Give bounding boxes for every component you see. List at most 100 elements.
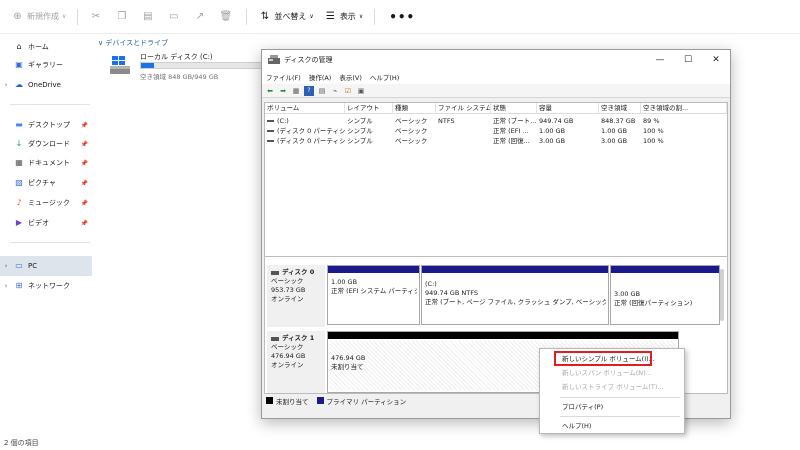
table-row[interactable]: (ディスク 0 パーティショ... シンプル ベーシック 正常 (EFI ...… bbox=[265, 126, 727, 136]
connect-icon[interactable]: ⌁ bbox=[330, 86, 340, 96]
column-header[interactable]: ファイル システム bbox=[436, 103, 491, 114]
paste-button[interactable]: ▤ bbox=[136, 6, 162, 28]
sidebar-item-label: ダウンロード bbox=[28, 140, 70, 148]
chevron-right-icon[interactable]: › bbox=[0, 81, 12, 89]
sidebar-item-label: OneDrive bbox=[28, 81, 61, 89]
table-cell: ベーシック bbox=[395, 127, 428, 135]
status-item-count: 2 個の項目 bbox=[4, 439, 39, 447]
view-button[interactable]: ☰ 表示 ∨ bbox=[319, 6, 368, 28]
column-header[interactable]: 空き領域 bbox=[599, 103, 641, 114]
pin-icon[interactable]: 📌 bbox=[81, 200, 88, 207]
table-cell bbox=[436, 126, 491, 136]
rename-button[interactable]: ▭ bbox=[162, 6, 188, 28]
sidebar-item-onedrive[interactable]: › ☁ OneDrive bbox=[0, 76, 92, 94]
partition-c[interactable]: (C:) 949.74 GB NTFS 正常 (ブート, ページ ファイル, ク… bbox=[421, 265, 609, 325]
sidebar-item-desktop[interactable]: ▬ デスクトップ 📌 bbox=[0, 116, 92, 134]
volume-cell: (C:) bbox=[265, 116, 345, 126]
pin-icon[interactable]: 📌 bbox=[81, 220, 88, 227]
column-header[interactable]: 容量 bbox=[537, 103, 599, 114]
column-header[interactable]: レイアウト bbox=[345, 103, 393, 114]
table-cell: 1.00 GB bbox=[601, 127, 628, 135]
drive-c-tile[interactable]: ローカル ディスク (C:) 空き領域 848 GB/949 GB bbox=[108, 52, 268, 82]
view-icon: ☰ bbox=[325, 11, 335, 22]
table-cell bbox=[436, 136, 491, 146]
pin-icon[interactable]: 📌 bbox=[81, 180, 88, 187]
drive-usage-bar bbox=[140, 62, 266, 69]
sidebar-item-gallery[interactable]: ▣ ギャラリー bbox=[0, 56, 92, 74]
partition-efi[interactable]: 1.00 GB 正常 (EFI システム パーティショ bbox=[327, 265, 420, 325]
table-row[interactable]: (C:) シンプル ベーシック NTFS 正常 (ブート... 949.74 G… bbox=[265, 116, 727, 126]
chevron-right-icon[interactable]: › bbox=[0, 262, 12, 270]
new-button[interactable]: ⊕ 新規作成 ∨ bbox=[6, 6, 71, 28]
rename-icon: ▭ bbox=[169, 11, 179, 22]
vertical-scrollbar[interactable] bbox=[720, 269, 724, 321]
table-cell: シンプル bbox=[347, 117, 373, 125]
section-header-devices[interactable]: ∨ デバイスとドライブ bbox=[98, 38, 168, 48]
menu-item-help[interactable]: ヘルプ(H) bbox=[540, 419, 684, 433]
column-header[interactable]: 状態 bbox=[491, 103, 537, 114]
table-cell: ベーシック bbox=[395, 117, 428, 125]
sidebar-item-network[interactable]: › ⊞ ネットワーク bbox=[0, 277, 92, 295]
column-header[interactable]: 種類 bbox=[393, 103, 436, 114]
copy-button[interactable]: ❐ bbox=[110, 6, 136, 28]
back-arrow-icon[interactable]: ⬅ bbox=[265, 86, 275, 96]
menu-action[interactable]: 操作(A) bbox=[309, 72, 332, 82]
pin-icon[interactable]: 📌 bbox=[81, 160, 88, 167]
sidebar-item-pc[interactable]: › ▭ PC bbox=[0, 256, 92, 276]
sort-button[interactable]: ⇅ 並べ替え ∨ bbox=[253, 6, 318, 28]
menu-view[interactable]: 表示(V) bbox=[339, 72, 362, 82]
help-icon[interactable]: ? bbox=[304, 85, 314, 96]
disk-0-label[interactable]: ディスク 0 ベーシック 953.73 GB オンライン bbox=[267, 265, 325, 327]
delete-button[interactable]: 🗑 bbox=[214, 6, 240, 28]
disk-title: ディスク 0 bbox=[271, 268, 321, 277]
close-button[interactable]: ✕ bbox=[702, 50, 730, 70]
disk-1-label[interactable]: ディスク 1 ベーシック 476.94 GB オンライン bbox=[267, 331, 325, 393]
explorer-toolbar: ⊕ 新規作成 ∨ ✂ ❐ ▤ ▭ ↗ 🗑 ⇅ 並べ替え ∨ ☰ 表示 ∨ ••• bbox=[0, 0, 800, 34]
sidebar-item-documents[interactable]: ▦ ドキュメント 📌 bbox=[0, 154, 92, 172]
legend-swatch-primary bbox=[316, 397, 324, 404]
disk-size: 953.73 GB bbox=[271, 286, 306, 294]
maximize-button[interactable]: ☐ bbox=[674, 50, 702, 70]
menu-help[interactable]: ヘルプ(H) bbox=[370, 72, 399, 82]
menu-separator bbox=[560, 416, 680, 417]
volume-icon bbox=[267, 120, 274, 122]
sidebar-item-label: ビデオ bbox=[28, 219, 49, 227]
sidebar-item-music[interactable]: ♪ ミュージック 📌 bbox=[0, 194, 92, 212]
properties-icon[interactable]: ▣ bbox=[356, 86, 366, 96]
partition-line: 949.74 GB NTFS bbox=[425, 289, 478, 297]
disk-name: ディスク 1 bbox=[282, 334, 315, 342]
pin-icon[interactable]: 📌 bbox=[81, 122, 88, 129]
minimize-button[interactable]: — bbox=[646, 50, 674, 70]
column-header[interactable]: 空き領域の割... bbox=[641, 103, 727, 114]
primary-partition-stripe bbox=[328, 266, 419, 273]
check-icon[interactable]: ☑ bbox=[343, 86, 353, 96]
volume-list-header: ボリューム レイアウト 種類 ファイル システム 状態 容量 空き領域 空き領域… bbox=[265, 103, 727, 114]
chevron-right-icon[interactable]: › bbox=[0, 282, 12, 290]
menu-file[interactable]: ファイル(F) bbox=[266, 72, 301, 82]
sidebar-item-pictures[interactable]: ▨ ピクチャ 📌 bbox=[0, 174, 92, 192]
chevron-down-icon: ∨ bbox=[358, 13, 364, 20]
sidebar-item-downloads[interactable]: ↓ ダウンロード 📌 bbox=[0, 135, 92, 153]
picture-icon: ▨ bbox=[15, 178, 23, 187]
disk-type: ベーシック bbox=[271, 343, 304, 351]
pin-icon[interactable]: 📌 bbox=[81, 141, 88, 148]
network-icon: ⊞ bbox=[15, 281, 23, 290]
list-view-icon[interactable]: ▦ bbox=[291, 86, 301, 96]
legend-swatch-unallocated bbox=[266, 397, 273, 404]
sidebar-item-videos[interactable]: ▶ ビデオ 📌 bbox=[0, 214, 92, 232]
cut-button[interactable]: ✂ bbox=[84, 6, 110, 28]
navigation-pane: ⌂ ホーム ▣ ギャラリー › ☁ OneDrive ▬ デスクトップ 📌 ↓ … bbox=[0, 34, 92, 438]
window-titlebar[interactable]: ディスクの管理 — ☐ ✕ bbox=[262, 50, 730, 70]
column-header[interactable]: ボリューム bbox=[265, 103, 345, 114]
share-button[interactable]: ↗ bbox=[188, 6, 214, 28]
forward-arrow-icon[interactable]: ➡ bbox=[278, 86, 288, 96]
menu-item-properties[interactable]: プロパティ(P) bbox=[540, 400, 684, 414]
table-row[interactable]: (ディスク 0 パーティショ... シンプル ベーシック 正常 (回復... 3… bbox=[265, 136, 727, 146]
partition-recovery[interactable]: 3.00 GB 正常 (回復パーティション) bbox=[610, 265, 720, 325]
sidebar-item-label: ドキュメント bbox=[28, 159, 70, 167]
grid-view-icon[interactable]: ▤ bbox=[317, 86, 327, 96]
volume-cell: (ディスク 0 パーティショ... bbox=[265, 126, 345, 136]
sidebar-item-home[interactable]: ⌂ ホーム bbox=[0, 38, 92, 56]
partition-text: 1.00 GB 正常 (EFI システム パーティショ bbox=[331, 278, 417, 296]
more-options-button[interactable]: ••• bbox=[381, 10, 423, 24]
